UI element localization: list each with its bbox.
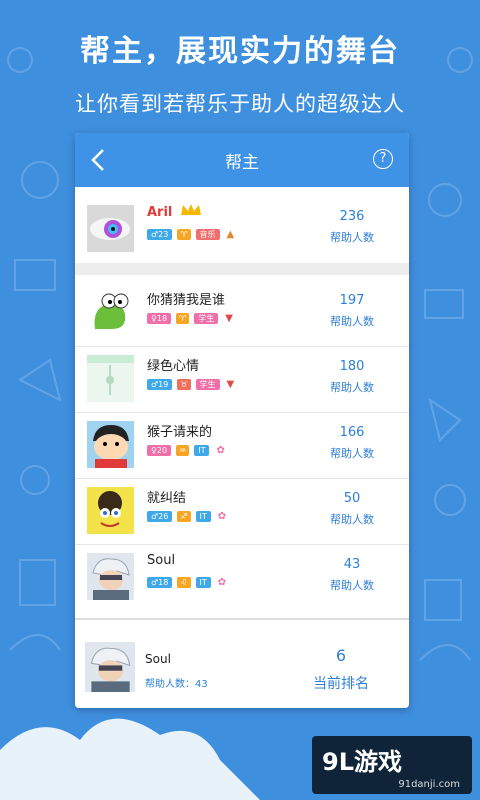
help-icon[interactable]: ? [373, 149, 393, 169]
promo-headline: 帮主，展现实力的舞台 [80, 34, 400, 69]
my-help-count: 帮助人数：43 [145, 679, 208, 690]
avatar [87, 487, 134, 534]
help-count: 180 帮助人数 [317, 359, 387, 395]
flower-icon: ✿ [217, 511, 227, 522]
help-count: 197 帮助人数 [317, 293, 387, 329]
list-item[interactable]: 你猜猜我是谁 ♀18 ♈ 学生 ▼ 197 帮助人数 [75, 281, 409, 346]
help-count-number: 180 [339, 359, 365, 374]
help-count-label: 帮助人数 [330, 513, 374, 526]
promo-subline: 让你看到若帮乐于助人的超级达人 [75, 92, 405, 116]
help-count: 236 帮助人数 [317, 209, 387, 245]
help-count-label: 帮助人数 [330, 231, 374, 244]
help-count-number: 50 [343, 491, 361, 506]
list-item[interactable]: Soul ♂18 ♌ IT ✿ 43 帮助人数 [75, 545, 409, 610]
watermark-logo: 9L游戏 91danji.com [312, 736, 472, 794]
gender-age-badge: ♀18 [147, 313, 172, 324]
help-count-label: 帮助人数 [330, 381, 374, 394]
flower-icon: ✿ [217, 577, 227, 588]
category-badge: IT [194, 445, 210, 456]
user-name: 绿色心情 [147, 359, 200, 374]
avatar [87, 205, 134, 252]
my-rank-panel: Soul 帮助人数：43 6 当前排名 [75, 618, 409, 708]
gender-age-badge: ♂18 [147, 577, 173, 588]
my-rank: 6 当前排名 [301, 646, 381, 693]
section-gap [75, 263, 409, 275]
watermark-brand: 9L游戏 [322, 748, 402, 776]
user-name: Aril [147, 205, 173, 220]
avatar [87, 421, 134, 468]
list-item[interactable]: 猴子请来的 ♀20 ♒ IT ✿ 166 帮助人数 [75, 413, 409, 478]
avatar [87, 553, 134, 600]
tie-icon: ▼ [225, 313, 233, 324]
gender-age-badge: ♂19 [147, 379, 173, 390]
gender-age-badge: ♂26 [147, 511, 173, 522]
tie-icon: ▼ [226, 379, 235, 390]
hat-icon: ▲ [226, 229, 235, 240]
help-count-number: 236 [339, 209, 365, 224]
category-badge: IT [195, 511, 211, 522]
crown-icon [181, 204, 201, 215]
zodiac-badge: ♐ [177, 511, 191, 522]
leaderboard-card: 帮主 ? Aril ♂23 ♈ 音乐 ▲ 236 帮助人数 你猜猜我是谁 ♀18… [75, 133, 409, 708]
my-avatar [85, 642, 135, 692]
help-count-number: 197 [339, 293, 365, 308]
user-name: Soul [147, 553, 176, 568]
gender-age-badge: ♂23 [147, 229, 173, 240]
list-item[interactable]: 绿色心情 ♂19 ♉ 学生 ▼ 180 帮助人数 [75, 347, 409, 412]
user-tags: ♂19 ♉ 学生 ▼ [147, 379, 239, 390]
user-tags: ♀18 ♈ 学生 ▼ [147, 313, 237, 324]
help-count: 43 帮助人数 [317, 557, 387, 593]
zodiac-badge: ♈ [177, 229, 191, 240]
zodiac-badge: ♌ [177, 577, 191, 588]
help-count-label: 帮助人数 [330, 315, 374, 328]
user-tags: ♀20 ♒ IT ✿ [147, 445, 228, 456]
category-badge: 学生 [194, 313, 219, 324]
help-count-label: 帮助人数 [330, 579, 374, 592]
watermark-site: 91danji.com [398, 779, 460, 790]
rank-label: 当前排名 [313, 676, 369, 692]
help-count: 166 帮助人数 [317, 425, 387, 461]
zodiac-badge: ♉ [177, 379, 191, 390]
help-count-label: 帮助人数 [330, 447, 374, 460]
help-count-number: 166 [339, 425, 365, 440]
list-item[interactable]: 就纠结 ♂26 ♐ IT ✿ 50 帮助人数 [75, 479, 409, 544]
zodiac-badge: ♒ [176, 445, 190, 456]
app-bar: 帮主 ? [75, 133, 409, 187]
my-name: Soul [145, 652, 171, 666]
avatar [87, 355, 134, 402]
user-tags: ♂23 ♈ 音乐 ▲ [147, 229, 239, 240]
avatar [87, 289, 134, 336]
flower-icon: ✿ [216, 445, 225, 456]
category-badge: 音乐 [195, 229, 220, 240]
zodiac-badge: ♈ [176, 313, 190, 324]
user-name: 就纠结 [147, 491, 187, 506]
category-badge: IT [195, 577, 211, 588]
user-tags: ♂18 ♌ IT ✿ [147, 577, 230, 588]
rank-number: 6 [335, 646, 347, 665]
gender-age-badge: ♀20 [147, 445, 172, 456]
user-name: 猴子请来的 [147, 425, 213, 440]
top-user-row[interactable]: Aril ♂23 ♈ 音乐 ▲ 236 帮助人数 [75, 197, 409, 262]
page-title: 帮主 [225, 153, 259, 173]
category-badge: 学生 [195, 379, 220, 390]
help-count-number: 43 [343, 557, 361, 572]
user-name: 你猜猜我是谁 [147, 293, 226, 308]
user-tags: ♂26 ♐ IT ✿ [147, 511, 230, 522]
help-count: 50 帮助人数 [317, 491, 387, 527]
